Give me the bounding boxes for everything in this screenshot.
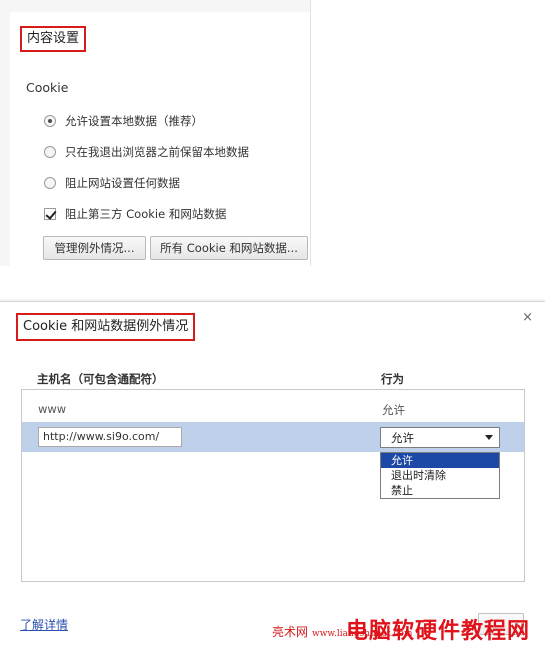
option-allow[interactable]: 允许 <box>381 453 499 468</box>
radio-block-icon[interactable] <box>44 177 56 189</box>
host-column-header: 主机名（可包含通配符） <box>37 372 164 386</box>
checkbox-block-third-party[interactable]: 阻止第三方 Cookie 和网站数据 <box>44 206 226 222</box>
table-row-editing[interactable]: http://www.si9o.com/ 允许 <box>22 422 524 452</box>
radio-keep-label: 只在我退出浏览器之前保留本地数据 <box>65 145 249 159</box>
all-cookies-button[interactable]: 所有 Cookie 和网站数据... <box>150 236 308 260</box>
option-clear-on-exit[interactable]: 退出时清除 <box>381 468 499 483</box>
watermark-brand: 电脑软硬件教程网 <box>346 619 531 644</box>
host-input[interactable]: http://www.si9o.com/ <box>38 427 182 447</box>
cookie-exceptions-dialog: Cookie 和网站数据例外情况 × 主机名（可包含通配符） 行为 www 允许… <box>0 301 545 657</box>
row-action: 允许 <box>382 403 405 417</box>
action-dropdown: 允许 退出时清除 禁止 <box>380 452 500 499</box>
exceptions-table: www 允许 http://www.si9o.com/ 允许 允许 退出时清除 … <box>21 389 525 582</box>
manage-exceptions-button[interactable]: 管理例外情况... <box>43 236 146 260</box>
table-row[interactable]: www 允许 <box>22 394 524 422</box>
option-block[interactable]: 禁止 <box>381 483 499 498</box>
close-icon[interactable]: × <box>522 310 533 325</box>
radio-block-all[interactable]: 阻止网站设置任何数据 <box>44 175 180 191</box>
learn-more-link[interactable]: 了解详情 <box>20 616 68 633</box>
radio-allow-icon[interactable] <box>44 115 56 127</box>
action-select[interactable]: 允许 <box>380 427 500 448</box>
radio-keep-until-exit[interactable]: 只在我退出浏览器之前保留本地数据 <box>44 144 249 160</box>
content-settings-title: 内容设置 <box>20 26 87 52</box>
radio-allow-label: 允许设置本地数据（推荐） <box>65 114 203 128</box>
exceptions-dialog-title: Cookie 和网站数据例外情况 <box>16 313 196 341</box>
radio-keep-icon[interactable] <box>44 146 56 158</box>
checkbox-block-third-party-label: 阻止第三方 Cookie 和网站数据 <box>65 207 227 221</box>
watermark-site-name: 亮术网 <box>272 625 309 639</box>
checkbox-checked-icon[interactable] <box>44 208 56 220</box>
chevron-down-icon[interactable] <box>485 435 493 440</box>
action-select-value: 允许 <box>391 431 414 445</box>
action-column-header: 行为 <box>381 372 404 386</box>
radio-block-label: 阻止网站设置任何数据 <box>65 176 180 190</box>
row-host: www <box>38 402 67 416</box>
cookie-section-label: Cookie <box>26 80 69 95</box>
radio-allow-local-data[interactable]: 允许设置本地数据（推荐） <box>44 113 203 129</box>
